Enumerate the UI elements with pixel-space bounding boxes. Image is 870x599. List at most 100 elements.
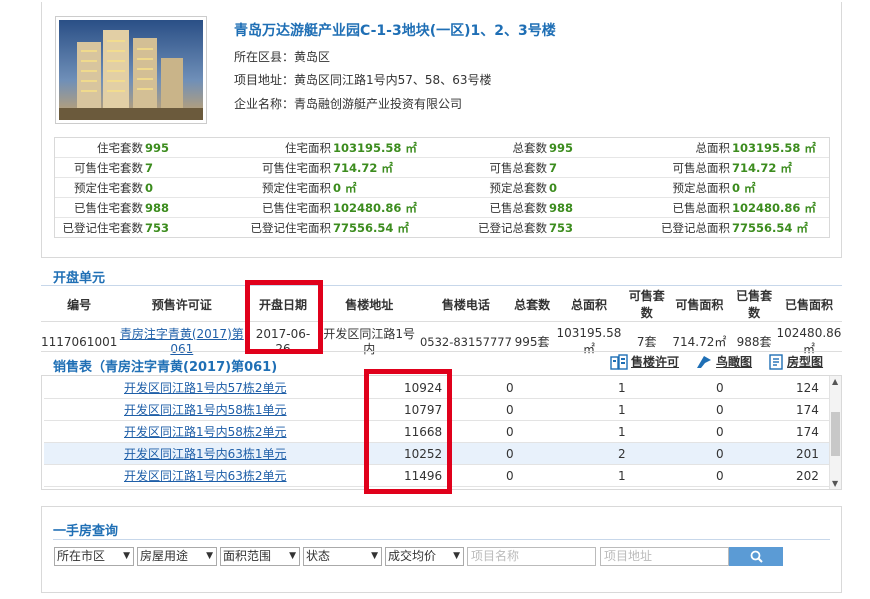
addr-line1: 开发区同江路1号 — [323, 326, 416, 341]
stat-label: 已售总面积 — [672, 201, 731, 215]
chevron-down-icon: ▼ — [289, 551, 296, 561]
stat-value: 714.72 ㎡ — [732, 161, 792, 175]
stat-cell: 可售总套数 7 — [427, 158, 615, 177]
units-bottom-divider — [41, 351, 842, 352]
scroll-up-arrow[interactable]: ▲ — [832, 377, 838, 386]
sales-col: 0 — [716, 381, 724, 395]
sales-col: 174 — [796, 425, 819, 439]
permit-link-label[interactable]: 售楼许可 — [631, 353, 679, 370]
stat-value: 77556.54 ㎡ — [333, 221, 409, 235]
sales-building-link[interactable]: 开发区同江路1号内58栋1单元 — [124, 399, 287, 421]
select-area[interactable]: 面积范围 ▼ — [220, 547, 300, 566]
stat-value: 102480.86 ㎡ — [732, 201, 816, 215]
sales-col: 0 — [506, 469, 514, 483]
stat-value: 7 — [549, 161, 558, 175]
stat-label: 预定住宅面积 — [262, 181, 331, 195]
permit-line2[interactable]: 061 — [170, 342, 193, 356]
chevron-down-icon: ▼ — [123, 551, 130, 561]
stat-label: 预定住宅套数 — [74, 181, 143, 195]
sales-col: 1 — [618, 469, 626, 483]
project-address-input[interactable]: 项目地址 — [600, 547, 729, 566]
stat-value: 988 — [145, 201, 170, 215]
aerial-link-label[interactable]: 鸟瞰图 — [716, 353, 752, 370]
stat-label: 已登记总套数 — [478, 221, 547, 235]
project-title: 青岛万达游艇产业园C-1-3地块(一区)1、2、3号楼 — [234, 23, 556, 39]
stat-value: 77556.54 ㎡ — [732, 221, 808, 235]
search-icon — [750, 550, 763, 563]
units-divider — [41, 285, 842, 286]
search-divider — [53, 539, 830, 540]
permit-line1[interactable]: 青房注字青黄(2017)第 — [120, 327, 244, 341]
stat-value: 0 ㎡ — [732, 181, 756, 195]
plan-link[interactable]: 房型图 — [768, 353, 823, 370]
project-photo — [55, 16, 207, 124]
select-city[interactable]: 所在市区 ▼ — [54, 547, 134, 566]
sales-col: 2 — [618, 447, 626, 461]
sales-col: 0 — [716, 469, 724, 483]
unit-total-units: 995套 — [514, 335, 550, 350]
units-header-cell: 已售套数 — [732, 287, 776, 322]
sales-col: 0 — [506, 447, 514, 461]
bird-icon — [697, 355, 712, 368]
building-icon — [610, 353, 628, 370]
units-header-cell: 总面积 — [551, 287, 627, 322]
stat-cell: 已售总面积 102480.86 ㎡ — [615, 198, 825, 217]
sales-links: 售楼许可 鸟瞰图 房型图 — [610, 353, 823, 370]
stat-value: 103195.58 ㎡ — [333, 141, 417, 155]
select-usage[interactable]: 房屋用途 ▼ — [137, 547, 217, 566]
highlight-date-box — [245, 280, 323, 354]
scrollbar[interactable]: ▲ ▼ — [829, 376, 841, 489]
stat-cell: 预定住宅套数 0 — [55, 178, 213, 197]
sales-building-link[interactable]: 开发区同江路1号内58栋2单元 — [124, 421, 287, 443]
highlight-price-box — [364, 369, 452, 494]
plan-link-label[interactable]: 房型图 — [787, 353, 823, 370]
sales-col: 0 — [716, 425, 724, 439]
sales-col: 174 — [796, 403, 819, 417]
stat-label: 已登记住宅面积 — [250, 221, 332, 235]
units-header-cell: 编号 — [41, 287, 118, 322]
stats-row: 住宅套数 995 住宅面积 103195.58 ㎡总套数 995 总面积 103195.58… — [55, 138, 829, 158]
address-label: 项目地址： — [234, 73, 295, 87]
stat-cell: 总面积 103195.58 ㎡ — [615, 138, 825, 157]
stat-cell: 已登记住宅面积 77556.54 ㎡ — [213, 218, 427, 238]
stats-row: 已售住宅套数 988 已售住宅面积 102480.86 ㎡已售总套数 988 已售总面积 1… — [55, 198, 829, 218]
stat-label: 已售总套数 — [489, 201, 548, 215]
stat-cell: 已售总套数 988 — [427, 198, 615, 217]
stat-value: 103195.58 ㎡ — [732, 141, 816, 155]
select-status-value: 状态 — [306, 549, 331, 563]
sales-col: 1 — [618, 381, 626, 395]
scroll-thumb[interactable] — [831, 412, 840, 456]
stat-label: 预定总面积 — [672, 181, 731, 195]
stat-label: 已登记住宅套数 — [62, 221, 144, 235]
stat-label: 已售住宅套数 — [74, 201, 143, 215]
aerial-link[interactable]: 鸟瞰图 — [695, 353, 752, 370]
addr-line2: 内 — [363, 341, 376, 356]
stat-cell: 预定总面积 0 ㎡ — [615, 178, 825, 197]
select-status[interactable]: 状态 ▼ — [303, 547, 382, 566]
units-section-title: 开盘单元 — [53, 271, 106, 286]
permit-link[interactable]: 售楼许可 — [610, 353, 679, 370]
search-button[interactable] — [729, 547, 783, 566]
sales-col: 0 — [716, 403, 724, 417]
stats-row: 预定住宅套数 0 预定住宅面积 0 ㎡预定总套数 0 预定总面积 0 ㎡ — [55, 178, 829, 198]
stats-grid: 住宅套数 995 住宅面积 103195.58 ㎡总套数 995 总面积 103195.58… — [54, 137, 830, 238]
stat-cell: 可售总面积 714.72 ㎡ — [615, 158, 825, 177]
select-price-value: 成交均价 — [388, 549, 437, 563]
search-title: 一手房查询 — [53, 524, 119, 539]
stat-cell: 住宅套数 995 — [55, 138, 213, 157]
sales-building-link[interactable]: 开发区同江路1号内63栋2单元 — [124, 465, 287, 487]
sales-building-link[interactable]: 开发区同江路1号内63栋1单元 — [124, 443, 287, 465]
stat-cell: 已登记总套数 753 — [427, 218, 615, 238]
sales-building-link[interactable]: 开发区同江路1号内57栋2单元 — [124, 377, 287, 399]
stat-cell: 可售住宅面积 714.72 ㎡ — [213, 158, 427, 177]
scroll-down-arrow[interactable]: ▼ — [832, 479, 838, 488]
sales-col: 1 — [618, 403, 626, 417]
stat-label: 可售总套数 — [489, 161, 548, 175]
units-header-cell: 可售面积 — [666, 287, 733, 322]
units-header-cell: 总套数 — [513, 287, 552, 322]
project-name-input[interactable]: 项目名称 — [467, 547, 596, 566]
units-header-cell: 售楼地址 — [319, 287, 419, 322]
company-value: 青岛融创游艇产业投资有限公司 — [294, 97, 463, 111]
select-price[interactable]: 成交均价 ▼ — [385, 547, 464, 566]
units-header-cell: 可售套数 — [626, 287, 667, 322]
